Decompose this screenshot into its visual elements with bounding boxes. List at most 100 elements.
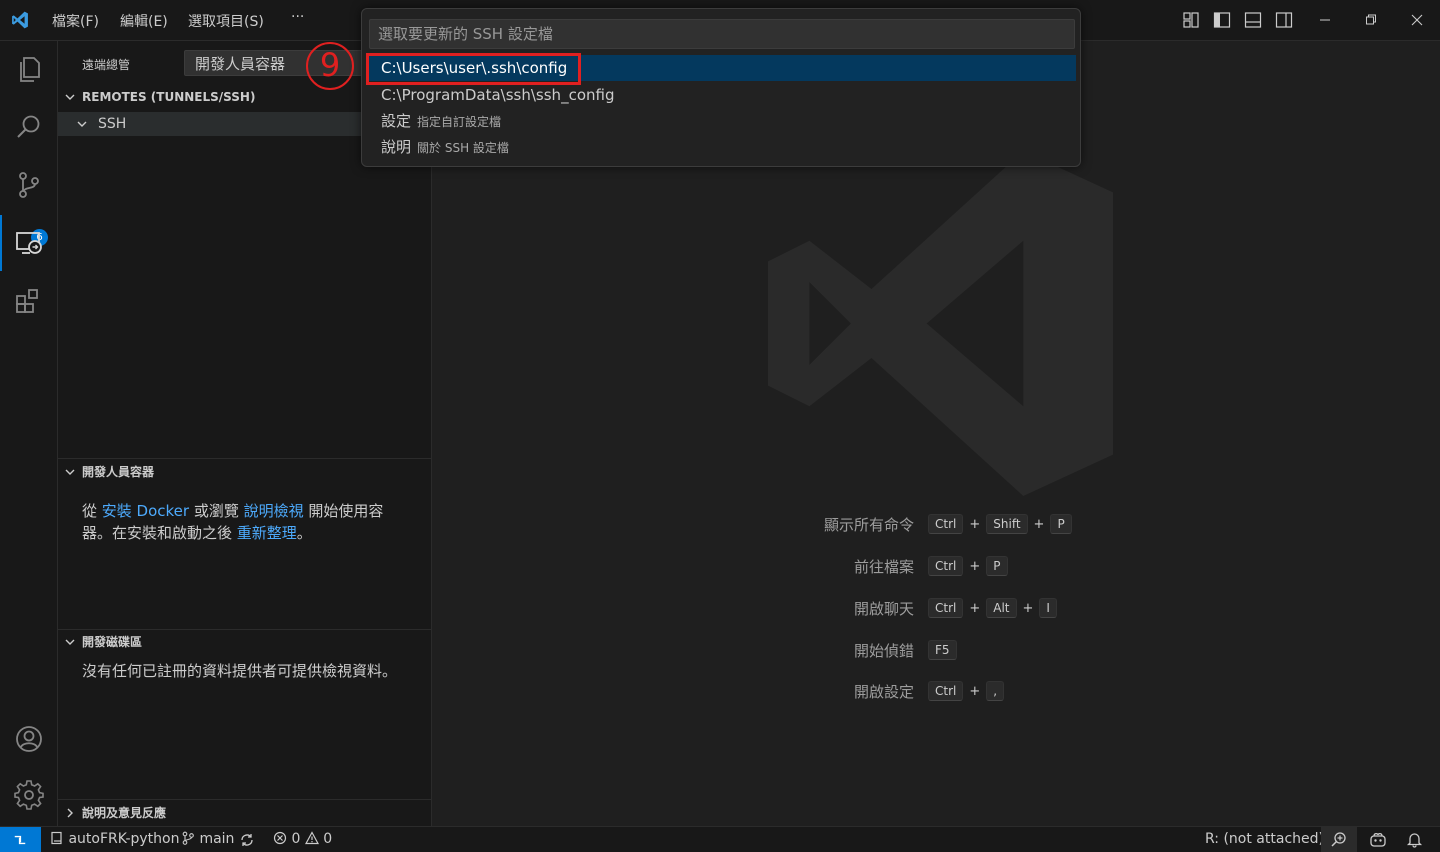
remote-indicator-button[interactable] (0, 827, 41, 852)
key-plus: + (969, 516, 981, 532)
item-description: 關於 SSH 設定檔 (417, 141, 509, 155)
key-cap: , (986, 681, 1005, 701)
shortcut-show-commands: 顯示所有命令 Ctrl + Shift + P (432, 514, 1440, 536)
key-cap: F5 (928, 640, 957, 660)
dev-containers-section-header[interactable]: 開發人員容器 (58, 461, 432, 483)
quick-pick-item-help[interactable]: 說明 關於 SSH 設定檔 (368, 134, 1076, 160)
key-cap: Shift (986, 514, 1028, 534)
shortcut-keys: Ctrl + P (928, 556, 1008, 576)
zoom-in-icon (1331, 832, 1346, 847)
quick-pick-item-programdata-config[interactable]: C:\ProgramData\ssh\ssh_config (368, 82, 1076, 108)
shortcut-go-to-file: 前往檔案 Ctrl + P (432, 556, 1440, 578)
shortcut-keys: Ctrl + Shift + P (928, 514, 1072, 534)
dev-volumes-section-header[interactable]: 開發磁碟區 (58, 631, 432, 653)
remotes-section-title: REMOTES (TUNNELS/SSH) (82, 90, 256, 104)
explorer-icon[interactable] (13, 53, 45, 85)
repo-status-item[interactable]: autoFRK-python (50, 831, 179, 847)
active-indicator (0, 215, 2, 271)
item-description: 指定自訂設定檔 (417, 115, 502, 129)
chevron-down-icon (65, 639, 75, 645)
warning-count: 0 (323, 831, 333, 847)
close-icon[interactable] (1407, 10, 1427, 30)
branch-name: main (199, 831, 235, 847)
key-cap: Alt (986, 598, 1017, 618)
menu-file[interactable]: 檔案(F) (52, 11, 99, 31)
remote-explorer-icon[interactable] (13, 227, 45, 259)
copilot-icon[interactable] (1369, 831, 1387, 849)
key-cap: Ctrl (928, 514, 964, 534)
key-cap: Ctrl (928, 681, 964, 701)
menu-edit[interactable]: 編輯(E) (120, 11, 168, 31)
refresh-link[interactable]: 重新整理 (237, 524, 297, 542)
item-label: C:\ProgramData\ssh\ssh_config (381, 86, 615, 104)
minimize-icon[interactable] (1315, 10, 1335, 30)
text-segment: 器。在安裝和啟動之後 (82, 524, 237, 542)
section-divider (58, 458, 432, 459)
shortcut-label: 顯示所有命令 (823, 516, 914, 534)
section-divider (58, 629, 432, 630)
toggle-primary-sidebar-icon[interactable] (1212, 10, 1232, 30)
toggle-secondary-sidebar-icon[interactable] (1274, 10, 1294, 30)
ssh-label: SSH (98, 116, 127, 132)
restore-icon[interactable] (1361, 10, 1381, 30)
step-number-badge: 9 (306, 42, 354, 90)
chevron-down-icon (65, 469, 75, 475)
settings-gear-icon[interactable] (13, 779, 45, 811)
extensions-icon[interactable] (13, 285, 45, 317)
quick-pick-item-settings[interactable]: 設定 指定自訂設定檔 (368, 108, 1076, 134)
sync-icon[interactable] (239, 832, 255, 848)
key-plus: + (1022, 600, 1034, 616)
status-bar: autoFRK-python main 0 0 R: (not attached… (0, 826, 1440, 852)
dev-volumes-section-title: 開發磁碟區 (82, 635, 143, 649)
install-docker-link[interactable]: 安裝 Docker (102, 502, 189, 520)
r-session-status[interactable]: R: (not attached) (1205, 831, 1324, 847)
toggle-panel-icon[interactable] (1243, 10, 1263, 30)
help-feedback-section-header[interactable]: 說明及意見反應 (58, 802, 432, 824)
shortcut-label: 開始偵錯 (853, 642, 914, 660)
search-icon[interactable] (13, 111, 45, 143)
activity-bar: 6 (0, 41, 58, 826)
dev-containers-section-title: 開發人員容器 (82, 465, 155, 479)
repo-icon (51, 831, 62, 845)
text-segment: 從 (82, 502, 102, 520)
section-divider (58, 799, 432, 800)
vscode-logo-icon (12, 11, 28, 29)
notifications-bell-icon[interactable] (1406, 831, 1423, 848)
key-cap: Ctrl (928, 598, 964, 618)
shortcut-keys: Ctrl + , (928, 681, 1005, 701)
shortcut-keys: F5 (928, 640, 957, 660)
key-plus: + (969, 600, 981, 616)
remote-icon (14, 835, 26, 845)
shortcut-label: 前往檔案 (853, 558, 914, 576)
branch-status-item[interactable]: main (181, 831, 234, 847)
source-control-icon[interactable] (13, 169, 45, 201)
text-segment: 。 (296, 524, 312, 542)
key-cap: Ctrl (928, 556, 964, 576)
shortcut-label: 開啟設定 (853, 683, 914, 701)
dev-containers-message: 從 安裝 Docker 或瀏覽 說明檢視 開始使用容 器。在安裝和啟動之後 重新… (82, 500, 412, 544)
accounts-icon[interactable] (13, 723, 45, 755)
key-plus: + (969, 683, 981, 699)
menu-more[interactable]: ··· (291, 9, 304, 25)
zoom-status-item[interactable] (1321, 827, 1357, 852)
chevron-down-icon (65, 94, 75, 100)
shortcut-open-chat: 開啟聊天 Ctrl + Alt + I (432, 598, 1440, 620)
key-cap: I (1039, 598, 1057, 618)
key-cap: P (986, 556, 1008, 576)
dev-volumes-message: 沒有任何已註冊的資料提供者可提供檢視資料。 (82, 662, 398, 680)
quick-pick-input[interactable] (369, 19, 1075, 49)
item-label: 說明 (381, 138, 412, 156)
shortcut-open-settings: 開啟設定 Ctrl + , (432, 681, 1440, 703)
help-view-link[interactable]: 說明檢視 (244, 502, 304, 520)
customize-layout-icon[interactable] (1181, 10, 1201, 30)
text-segment: 或瀏覽 (189, 502, 244, 520)
shortcut-label: 開啟聊天 (853, 600, 914, 618)
chevron-down-icon (77, 121, 87, 127)
shortcut-keys: Ctrl + Alt + I (928, 598, 1057, 618)
repo-name: autoFRK-python (68, 831, 180, 847)
vscode-watermark-icon (768, 151, 1113, 496)
problems-status-item[interactable]: 0 0 (273, 831, 332, 847)
text-segment: 開始使用容 (303, 502, 384, 520)
key-plus: + (1033, 516, 1045, 532)
menu-selection[interactable]: 選取項目(S) (188, 11, 264, 31)
